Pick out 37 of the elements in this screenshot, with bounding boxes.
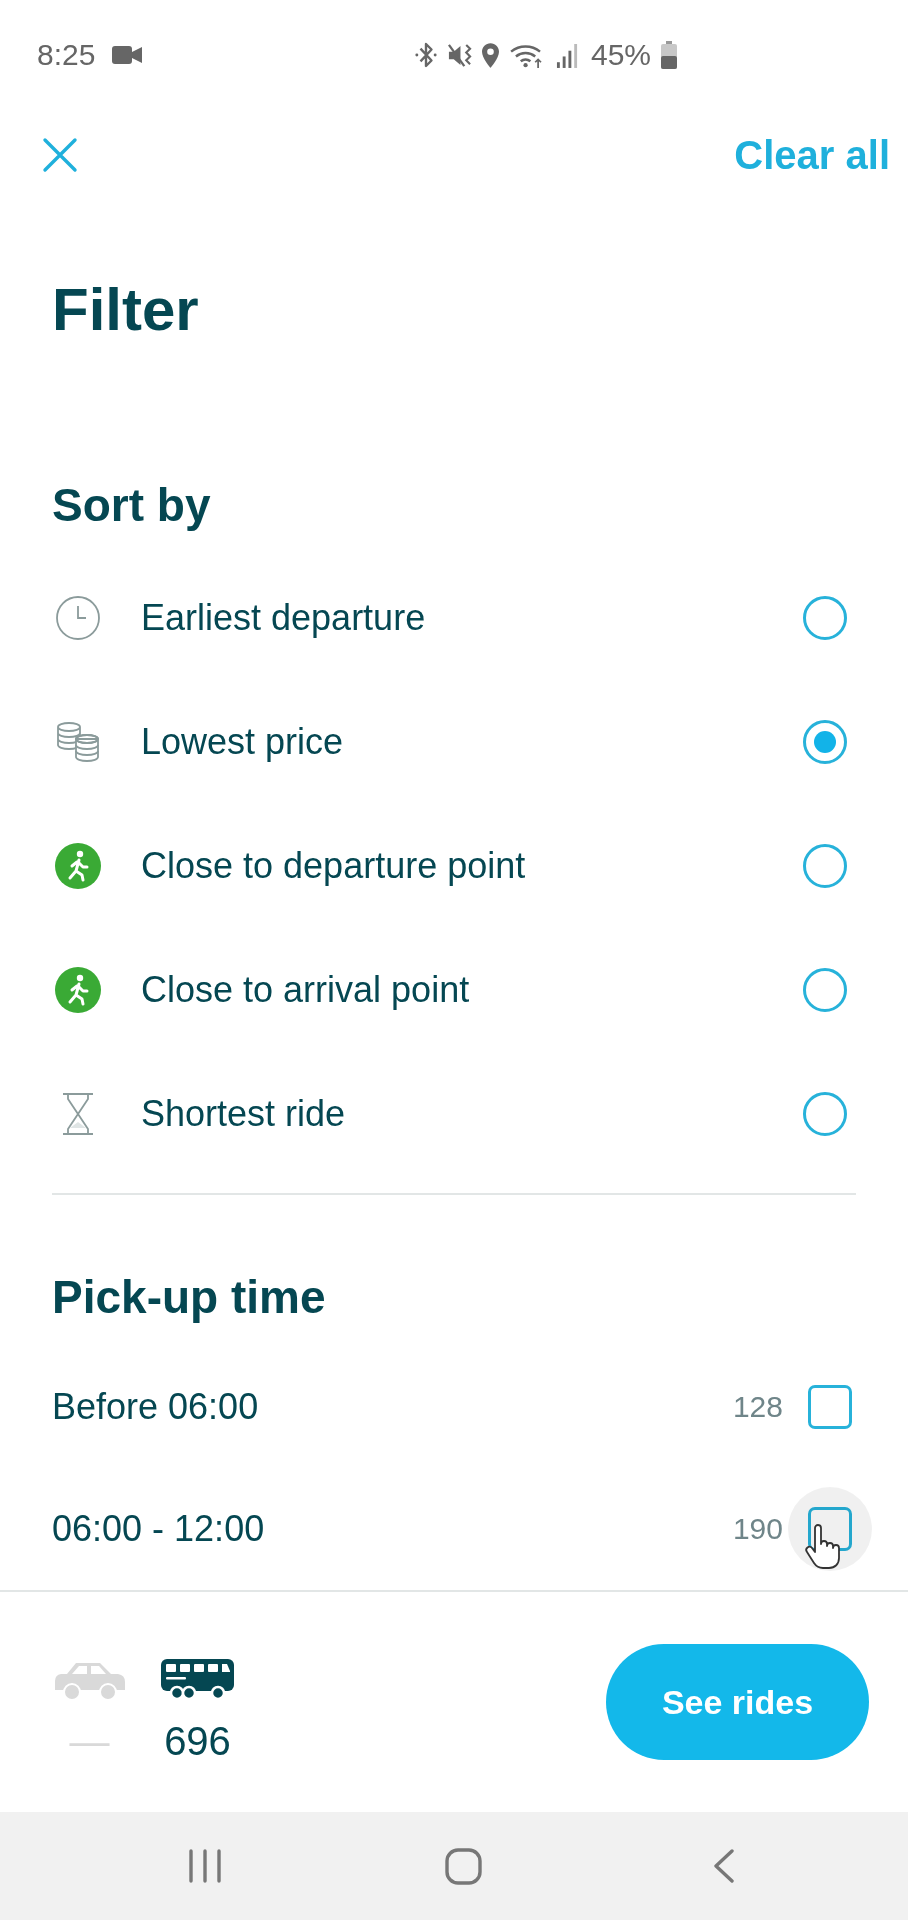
coins-icon	[55, 719, 101, 765]
option-label: Shortest ride	[141, 1096, 346, 1132]
status-time: 8:25	[37, 40, 96, 70]
ride-count: 190	[732, 1514, 783, 1544]
radio-button[interactable]	[803, 596, 847, 640]
option-label: 06:00 - 12:00	[52, 1511, 265, 1547]
checkbox[interactable]	[808, 1385, 852, 1429]
clock-icon	[55, 595, 101, 641]
walking-person-icon	[55, 843, 101, 889]
option-label: Before 06:00	[52, 1389, 259, 1425]
option-label: Lowest price	[141, 724, 344, 760]
walking-person-icon	[55, 967, 101, 1013]
page-title: Filter	[52, 280, 199, 340]
ride-total: —	[69, 1721, 110, 1761]
signal-icon	[555, 42, 579, 68]
ride-total: 696	[164, 1721, 231, 1761]
battery-icon	[661, 41, 677, 69]
clear-all-link[interactable]: Clear all	[734, 135, 890, 175]
recent-apps-icon[interactable]	[188, 1849, 222, 1883]
see-rides-button[interactable]: See rides	[606, 1644, 869, 1760]
radio-button[interactable]	[803, 968, 847, 1012]
back-icon[interactable]	[712, 1849, 735, 1883]
close-button[interactable]	[42, 137, 78, 173]
radio-button[interactable]	[803, 844, 847, 888]
home-icon[interactable]	[445, 1847, 482, 1885]
option-label: Earliest departure	[141, 600, 426, 636]
bluetooth-icon	[414, 41, 437, 69]
option-label: Close to arrival point	[141, 972, 470, 1008]
mute-vibrate-icon	[446, 41, 472, 69]
radio-button[interactable]	[803, 1092, 847, 1136]
battery-percent: 45%	[590, 40, 651, 70]
video-camera-icon	[112, 44, 143, 66]
location-pin-icon	[481, 42, 499, 68]
close-icon	[42, 137, 78, 173]
option-label: Close to departure point	[141, 848, 526, 884]
ride-count: 128	[732, 1392, 783, 1422]
radio-button[interactable]	[803, 720, 847, 764]
